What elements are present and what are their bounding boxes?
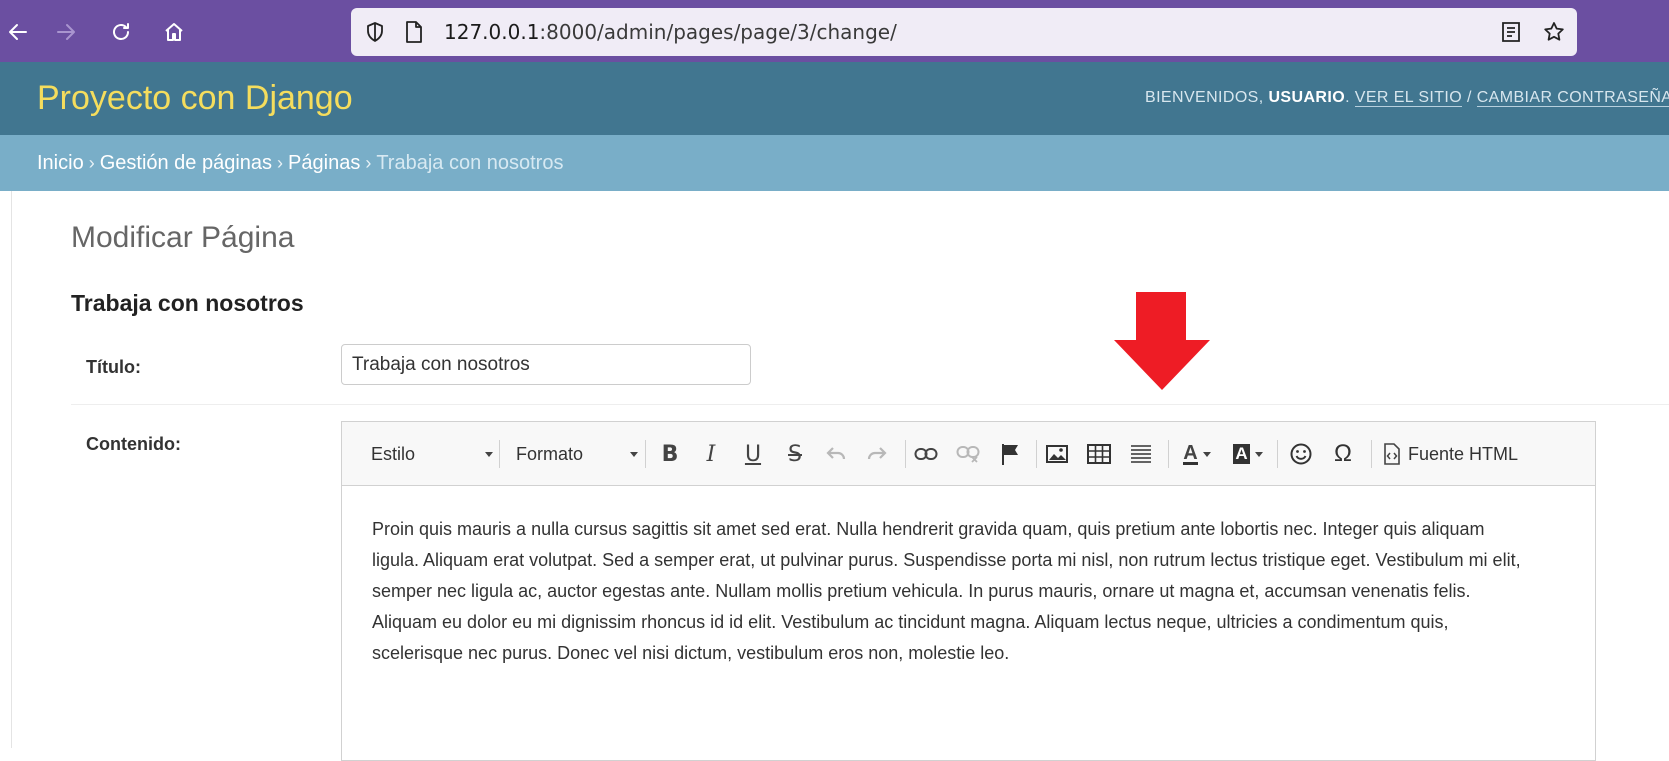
format-dropdown-label: Formato [516,443,584,464]
site-title[interactable]: Proyecto con Django [37,79,353,118]
source-html-label: Fuente HTML [1408,443,1519,464]
breadcrumb-separator: › [277,153,284,173]
breadcrumb-current: Trabaja con nosotros [376,152,564,174]
redo-icon[interactable] [862,438,892,470]
change-password-link[interactable]: CAMBIAR CONTRASEÑA [1476,89,1669,107]
style-dropdown[interactable]: Estilo [371,438,493,470]
style-dropdown-label: Estilo [371,443,416,464]
reader-mode-icon[interactable] [1500,20,1522,44]
title-label: Título: [86,357,141,377]
link-icon[interactable] [911,438,941,470]
chevron-down-icon [1202,451,1211,457]
red-arrow-annotation [1114,292,1210,390]
breadcrumb: Inicio › Gestión de páginas › Páginas › Trabaj… [0,135,1669,191]
username: USUARIO [1268,89,1346,106]
url-path: :8000/admin/pages/page/3/change/ [539,20,897,44]
content-label: Contenido: [86,434,181,454]
editor-toolbar: Estilo Formato B I U S A A Ω Fuente HTML [342,422,1595,486]
user-tools: BIENVENIDOS, USUARIO. VER EL SITIO / CAM… [1145,89,1669,107]
page-icon[interactable] [403,20,425,44]
user-tools-separator: / [1466,89,1472,106]
italic-icon[interactable]: I [696,438,726,470]
breadcrumb-separator: › [88,153,95,173]
shield-icon[interactable] [363,20,387,44]
bold-icon[interactable]: B [655,438,685,470]
url-host: 127.0.0.1 [444,20,540,44]
unlink-icon[interactable] [953,438,983,470]
underline-icon[interactable]: U [738,438,768,470]
title-input[interactable] [341,344,751,385]
toolbar-separator [499,440,500,468]
chevron-down-icon [630,451,638,457]
home-icon[interactable] [156,14,192,50]
text-color-icon[interactable]: A [1177,438,1217,470]
url-text[interactable]: 127.0.0.1:8000/admin/pages/page/3/change… [444,20,897,44]
flag-anchor-icon[interactable] [995,438,1025,470]
fieldset-title: Trabaja con nosotros [71,290,304,316]
toolbar-separator [645,440,646,468]
toolbar-separator [1277,440,1278,468]
toolbar-separator [1371,440,1372,468]
source-html-button[interactable]: Fuente HTML [1383,438,1518,470]
reload-icon[interactable] [103,14,139,50]
background-color-icon[interactable]: A [1228,438,1268,470]
breadcrumb-app[interactable]: Gestión de páginas [100,152,272,174]
image-icon[interactable] [1042,438,1072,470]
undo-icon[interactable] [821,438,851,470]
page-title: Modificar Página [71,221,295,254]
browser-toolbar: 127.0.0.1:8000/admin/pages/page/3/change… [0,0,1669,62]
table-icon[interactable] [1084,438,1114,470]
view-site-link[interactable]: VER EL SITIO [1354,89,1463,107]
forward-icon[interactable] [48,14,84,50]
breadcrumb-model[interactable]: Páginas [288,152,360,174]
breadcrumb-home[interactable]: Inicio [37,152,84,174]
source-icon [1384,443,1400,465]
toolbar-separator [1168,440,1169,468]
rich-text-editor[interactable]: Estilo Formato B I U S A A Ω Fuente HTML… [341,421,1596,761]
breadcrumb-separator: › [365,153,372,173]
horizontal-rule-icon[interactable] [1126,438,1156,470]
welcome-text: BIENVENIDOS, [1145,89,1264,106]
form-row-divider [71,404,1669,405]
content-left-border [11,191,12,748]
site-header: Proyecto con Django BIENVENIDOS, USUARIO… [0,62,1669,135]
chevron-down-icon [485,451,493,457]
format-dropdown[interactable]: Formato [516,438,638,470]
smiley-icon[interactable] [1286,438,1316,470]
back-icon[interactable] [0,14,36,50]
strikethrough-icon[interactable]: S [780,438,810,470]
toolbar-separator [1036,440,1037,468]
chevron-down-icon [1254,451,1263,457]
toolbar-separator [905,440,906,468]
editor-content[interactable]: Proin quis mauris a nulla cursus sagitti… [372,514,1532,669]
special-character-icon[interactable]: Ω [1328,438,1358,470]
url-bar[interactable]: 127.0.0.1:8000/admin/pages/page/3/change… [351,8,1577,56]
bookmark-star-icon[interactable] [1542,20,1566,44]
